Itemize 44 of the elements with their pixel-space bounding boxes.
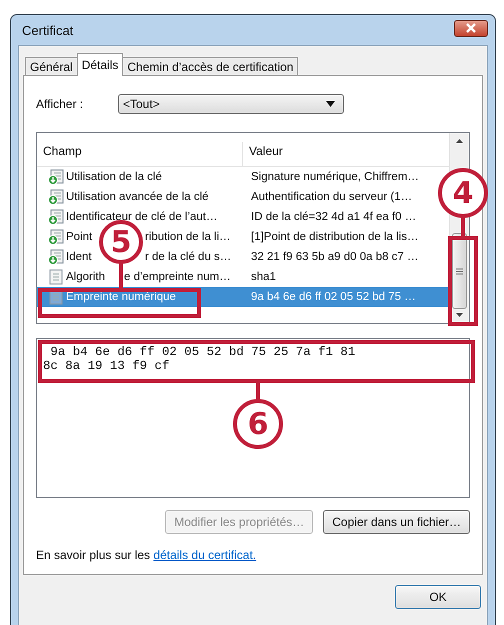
certificate-download-icon bbox=[48, 229, 64, 245]
field-name: r de la clé du s… bbox=[145, 251, 232, 263]
scroll-down-icon bbox=[456, 313, 463, 317]
dropdown-arrow-icon bbox=[326, 101, 335, 107]
field-value: 32 21 f9 63 5b a9 d0 0a b8 c7 … bbox=[251, 251, 419, 263]
certificate-download-icon bbox=[48, 249, 64, 265]
certificate-download-icon bbox=[48, 169, 64, 185]
field-value: ID de la clé=32 4d a1 4f ea f0 … bbox=[251, 211, 416, 223]
field-name: Identificateur de clé de l’aut… bbox=[66, 211, 218, 223]
field-name: Utilisation avancée de la clé bbox=[66, 191, 209, 203]
field-value: [1]Point de distribution de la lis… bbox=[251, 231, 418, 243]
column-header[interactable]: Valeur bbox=[243, 142, 449, 166]
document-icon bbox=[48, 269, 64, 285]
scroll-up-icon bbox=[456, 139, 463, 143]
field-name: e d’empreinte num… bbox=[124, 271, 231, 283]
field-value: Authentification du serveur (1… bbox=[251, 191, 412, 203]
dialog-button[interactable]: Copier dans un fichier… bbox=[323, 510, 470, 534]
close-button[interactable] bbox=[454, 20, 488, 36]
scroll-thumb[interactable] bbox=[452, 233, 467, 309]
column-header[interactable]: Champ bbox=[37, 142, 243, 166]
field-name: ribution de la li… bbox=[145, 231, 231, 243]
certificate-download-icon bbox=[48, 189, 64, 205]
field-value: sha1 bbox=[251, 271, 276, 283]
certificate-details-link[interactable]: détails du certificat. bbox=[153, 548, 256, 562]
field-value: 9a b4 6e d6 ff 02 05 52 bd 75 … bbox=[251, 291, 416, 303]
learn-more-text: En savoir plus sur les détails du certificat. bbox=[36, 548, 258, 562]
hex-value-line: 8c 8a 19 13 f9 cf bbox=[43, 359, 170, 373]
tab[interactable]: Chemin d’accès de certification bbox=[122, 57, 298, 76]
close-icon bbox=[465, 23, 477, 33]
certificate-download-icon bbox=[48, 209, 64, 225]
field-name: Ident bbox=[66, 251, 92, 263]
tab[interactable]: Général bbox=[25, 57, 78, 76]
field-name: Algorith bbox=[66, 271, 105, 283]
tab[interactable]: Détails bbox=[76, 53, 124, 76]
field-name: Empreinte numérique bbox=[66, 291, 176, 303]
grip-icon bbox=[456, 268, 463, 274]
field-name: Point bbox=[66, 231, 92, 243]
field-value: Signature numérique, Chiffrem… bbox=[251, 171, 419, 183]
show-dropdown[interactable]: <Tout> bbox=[118, 94, 344, 114]
show-label: Afficher : bbox=[36, 97, 84, 111]
hex-value-line: 9a b4 6e d6 ff 02 05 52 bd 75 25 7a f1 81 bbox=[49, 345, 356, 359]
ok-button[interactable]: OK bbox=[395, 585, 481, 609]
window-title: Certificat bbox=[21, 22, 74, 38]
field-name: Utilisation de la clé bbox=[66, 171, 162, 183]
